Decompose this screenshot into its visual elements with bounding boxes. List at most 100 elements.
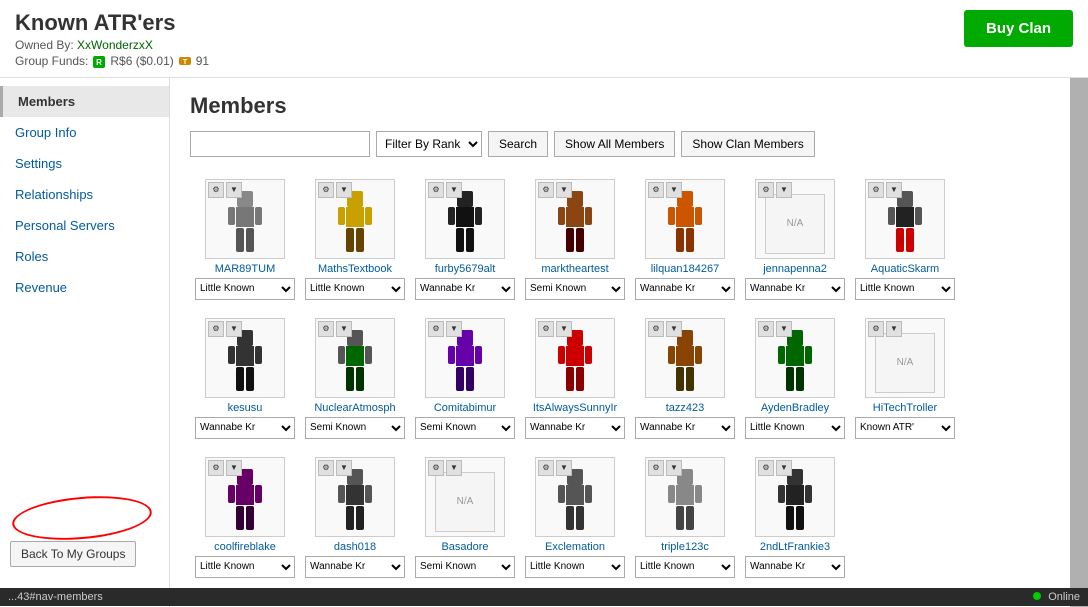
avatar-arrow-btn[interactable]: ▼ [556, 182, 572, 198]
sidebar-item-revenue[interactable]: Revenue [0, 272, 169, 303]
avatar-gear-btn[interactable]: ⚙ [318, 460, 334, 476]
scrollbar-panel[interactable] [1070, 78, 1088, 607]
member-rank-select[interactable]: Little KnownWannabe KrSemi KnownKnown AT… [305, 278, 405, 300]
member-rank-select[interactable]: Little KnownWannabe KrSemi KnownKnown AT… [305, 556, 405, 578]
member-name-link[interactable]: furby5679alt [414, 263, 516, 275]
avatar-arrow-btn[interactable]: ▼ [776, 182, 792, 198]
member-rank-select[interactable]: Little KnownWannabe KrSemi KnownKnown AT… [195, 278, 295, 300]
avatar-gear-btn[interactable]: ⚙ [758, 460, 774, 476]
member-name-link[interactable]: Comitabimur [414, 402, 516, 414]
avatar-gear-btn[interactable]: ⚙ [428, 460, 444, 476]
member-rank-select[interactable]: Little KnownWannabe KrSemi KnownKnown AT… [415, 278, 515, 300]
member-avatar-box: ⚙ ▼ [645, 457, 725, 537]
avatar-arrow-btn[interactable]: ▼ [666, 182, 682, 198]
member-rank-select[interactable]: Little KnownWannabe KrSemi KnownKnown AT… [745, 278, 845, 300]
member-rank-select[interactable]: Little KnownWannabe KrSemi KnownKnown AT… [745, 556, 845, 578]
member-rank-select[interactable]: Little KnownWannabe KrSemi KnownKnown AT… [195, 417, 295, 439]
avatar-gear-btn[interactable]: ⚙ [538, 460, 554, 476]
member-rank-select[interactable]: Little KnownWannabe KrSemi KnownKnown AT… [525, 278, 625, 300]
member-name-link[interactable]: triple123c [634, 541, 736, 553]
avatar-gear-btn[interactable]: ⚙ [648, 460, 664, 476]
search-button[interactable]: Search [488, 131, 548, 157]
avatar-gear-btn[interactable]: ⚙ [538, 182, 554, 198]
member-rank-select[interactable]: Little KnownWannabe KrSemi KnownKnown AT… [525, 417, 625, 439]
member-rank-select[interactable]: Little KnownWannabe KrSemi KnownKnown AT… [415, 417, 515, 439]
member-card: ⚙ ▼ tazz423 Little KnownWannabe KrSemi Kn… [630, 314, 740, 443]
avatar-gear-btn[interactable]: ⚙ [318, 182, 334, 198]
avatar-arrow-btn[interactable]: ▼ [886, 321, 902, 337]
avatar-arrow-btn[interactable]: ▼ [666, 321, 682, 337]
filter-rank-select[interactable]: Filter By Rank Little Known Wannabe Kr S… [376, 131, 482, 157]
member-rank-select[interactable]: Little KnownWannabe KrSemi KnownKnown AT… [415, 556, 515, 578]
member-name-link[interactable]: tazz423 [634, 402, 736, 414]
avatar-gear-btn[interactable]: ⚙ [648, 321, 664, 337]
member-name-link[interactable]: 2ndLtFrankie3 [744, 541, 846, 553]
avatar-arrow-btn[interactable]: ▼ [446, 182, 462, 198]
member-rank-select[interactable]: Little KnownWannabe KrSemi KnownKnown AT… [855, 278, 955, 300]
avatar-arrow-btn[interactable]: ▼ [886, 182, 902, 198]
avatar-arrow-btn[interactable]: ▼ [446, 321, 462, 337]
avatar-arrow-btn[interactable]: ▼ [226, 321, 242, 337]
avatar-gear-btn[interactable]: ⚙ [538, 321, 554, 337]
show-clan-members-button[interactable]: Show Clan Members [681, 131, 814, 157]
avatar-arrow-btn[interactable]: ▼ [336, 321, 352, 337]
avatar-gear-btn[interactable]: ⚙ [428, 321, 444, 337]
member-name-link[interactable]: MAR89TUM [194, 263, 296, 275]
avatar-gear-btn[interactable]: ⚙ [758, 182, 774, 198]
member-rank-select[interactable]: Little KnownWannabe KrSemi KnownKnown AT… [305, 417, 405, 439]
sidebar-item-relationships[interactable]: Relationships [0, 179, 169, 210]
avatar-gear-btn[interactable]: ⚙ [318, 321, 334, 337]
avatar-gear-btn[interactable]: ⚙ [758, 321, 774, 337]
member-name-link[interactable]: marktheartest [524, 263, 626, 275]
avatar-arrow-btn[interactable]: ▼ [776, 321, 792, 337]
avatar-gear-btn[interactable]: ⚙ [428, 182, 444, 198]
avatar-controls: ⚙ ▼ [868, 321, 902, 337]
avatar-arrow-btn[interactable]: ▼ [446, 460, 462, 476]
buy-clan-button[interactable]: Buy Clan [964, 10, 1073, 47]
member-rank-select[interactable]: Little KnownWannabe KrSemi KnownKnown AT… [635, 556, 735, 578]
avatar-gear-btn[interactable]: ⚙ [208, 460, 224, 476]
member-name-link[interactable]: AquaticSkarm [854, 263, 956, 275]
avatar-gear-btn[interactable]: ⚙ [868, 182, 884, 198]
avatar-arrow-btn[interactable]: ▼ [556, 460, 572, 476]
member-rank-select[interactable]: Little KnownWannabe KrSemi KnownKnown AT… [745, 417, 845, 439]
back-to-my-groups-button[interactable]: Back To My Groups [10, 541, 136, 567]
sidebar-item-personal-servers[interactable]: Personal Servers [0, 210, 169, 241]
show-all-members-button[interactable]: Show All Members [554, 131, 675, 157]
member-name-link[interactable]: kesusu [194, 402, 296, 414]
member-name-link[interactable]: coolfireblake [194, 541, 296, 553]
sidebar-item-settings[interactable]: Settings [0, 148, 169, 179]
avatar-arrow-btn[interactable]: ▼ [226, 460, 242, 476]
owner-link[interactable]: XxWonderzxX [77, 38, 153, 52]
member-rank-select[interactable]: Little KnownWannabe KrSemi KnownKnown AT… [635, 417, 735, 439]
avatar-gear-btn[interactable]: ⚙ [208, 182, 224, 198]
avatar-arrow-btn[interactable]: ▼ [336, 182, 352, 198]
member-name-link[interactable]: Exclemation [524, 541, 626, 553]
member-rank-select[interactable]: Little KnownWannabe KrSemi KnownKnown AT… [635, 278, 735, 300]
member-name-link[interactable]: dash018 [304, 541, 406, 553]
member-rank-select[interactable]: Little KnownWannabe KrSemi KnownKnown AT… [525, 556, 625, 578]
search-input[interactable] [190, 131, 370, 157]
sidebar-item-roles[interactable]: Roles [0, 241, 169, 272]
sidebar-item-members[interactable]: Members [0, 86, 169, 117]
avatar-gear-btn[interactable]: ⚙ [868, 321, 884, 337]
member-rank-select[interactable]: Little KnownWannabe KrSemi KnownKnown AT… [195, 556, 295, 578]
member-name-link[interactable]: AydenBradley [744, 402, 846, 414]
avatar-figure [550, 189, 600, 257]
member-name-link[interactable]: Basadore [414, 541, 516, 553]
avatar-arrow-btn[interactable]: ▼ [336, 460, 352, 476]
avatar-arrow-btn[interactable]: ▼ [556, 321, 572, 337]
member-name-link[interactable]: lilquan184267 [634, 263, 736, 275]
avatar-arrow-btn[interactable]: ▼ [226, 182, 242, 198]
sidebar-item-group-info[interactable]: Group Info [0, 117, 169, 148]
avatar-gear-btn[interactable]: ⚙ [208, 321, 224, 337]
member-name-link[interactable]: ItsAlwaysSunnyIr [524, 402, 626, 414]
avatar-gear-btn[interactable]: ⚙ [648, 182, 664, 198]
member-name-link[interactable]: HiTechTroller [854, 402, 956, 414]
member-rank-select[interactable]: Little KnownWannabe KrSemi KnownKnown AT… [855, 417, 955, 439]
avatar-arrow-btn[interactable]: ▼ [776, 460, 792, 476]
avatar-arrow-btn[interactable]: ▼ [666, 460, 682, 476]
member-name-link[interactable]: NuclearAtmosph [304, 402, 406, 414]
member-name-link[interactable]: jennapenna2 [744, 263, 846, 275]
member-name-link[interactable]: MathsTextbook [304, 263, 406, 275]
